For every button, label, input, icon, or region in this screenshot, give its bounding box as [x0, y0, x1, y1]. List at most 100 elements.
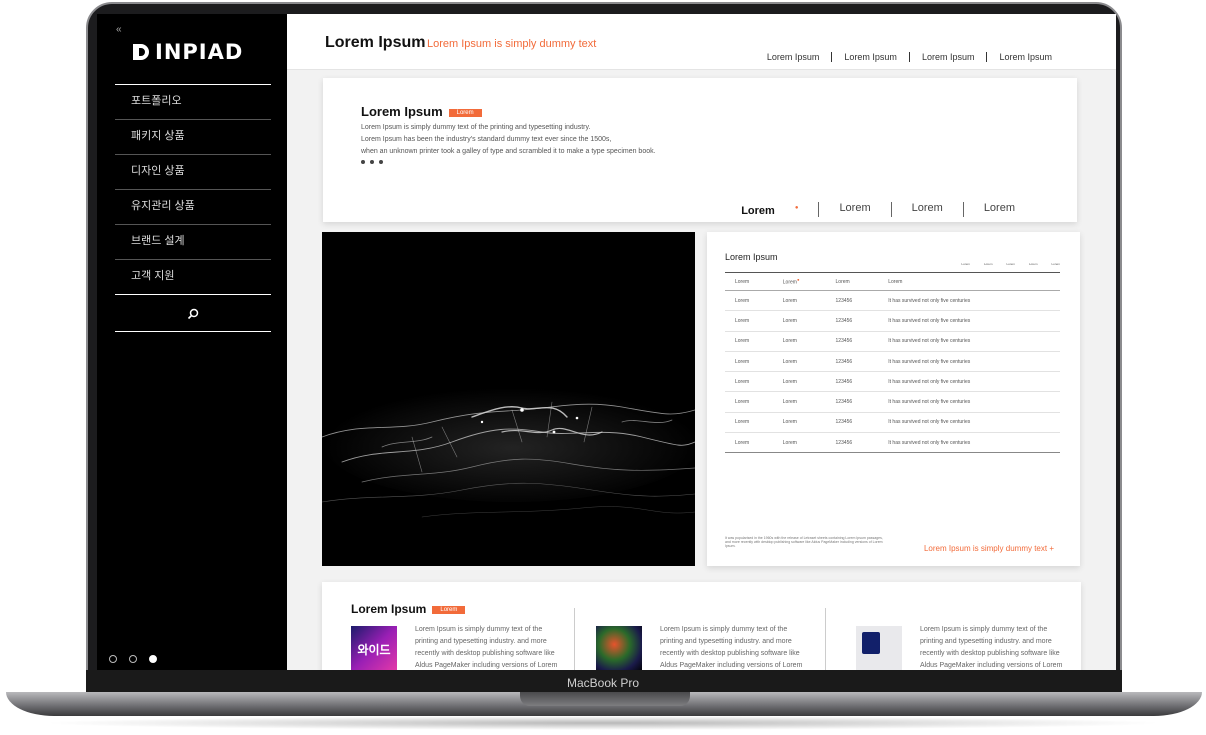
intro-tab[interactable]: Lorem — [890, 202, 963, 217]
sidebar-item-package[interactable]: 패키지 상품 — [115, 120, 271, 155]
cell: Lorem — [725, 391, 773, 413]
product-description: Lorem Ipsum is simply dummy text of the … — [920, 626, 1063, 669]
device-label: MacBook Pro — [566, 676, 640, 690]
header-nav-item[interactable]: Lorem Ipsum — [755, 52, 832, 62]
filter-link[interactable]: Lorem — [984, 262, 993, 266]
header-nav: Lorem Ipsum Lorem Ipsum Lorem Ipsum Lore… — [755, 52, 1064, 62]
page-subtitle: Lorem Ipsum is simply dummy text — [427, 38, 597, 50]
product-thumbnail-3 — [856, 626, 902, 670]
cell: It has survived not only five centuries — [878, 310, 1060, 332]
cell: 123456 — [825, 351, 879, 373]
filter-link[interactable]: Lorem — [1006, 262, 1015, 266]
table-row[interactable]: Lorem Lorem 123456 It has survived not only… — [725, 371, 1060, 393]
cell: 123456 — [825, 371, 879, 393]
product-description: Lorem Ipsum is simply dummy text of the … — [415, 626, 558, 669]
cell: Lorem — [725, 290, 773, 312]
cell: 123456 — [825, 391, 879, 413]
cell: Lorem — [725, 331, 773, 352]
sidebar-item-support[interactable]: 고객 지원 — [115, 260, 271, 295]
column-header[interactable]: Lorem — [878, 272, 1060, 291]
cell: 123456 — [825, 290, 879, 312]
intro-tab-active[interactable]: Lorem ● — [701, 202, 818, 217]
products-card: Lorem Ipsum Lorem 와이드 Lorem Ipsum is simp… — [322, 582, 1081, 670]
data-table: Lorem Lorem● Lorem Lorem Lorem Lorem 12345… — [725, 272, 1060, 454]
laptop-shadow — [40, 716, 1166, 730]
screen: « INPIAD 포트폴리오 패키지 상품 디자인 상품 유지관리 상품 브랜드… — [97, 14, 1116, 670]
sidebar-item-maintenance[interactable]: 유지관리 상품 — [115, 190, 271, 225]
filter-link[interactable]: Lorem — [961, 262, 970, 266]
pager-dot-3[interactable] — [149, 655, 157, 663]
cell: Lorem — [772, 310, 826, 332]
column-header[interactable]: Lorem — [725, 272, 773, 291]
table-row[interactable]: Lorem Lorem 123456 It has survived not only… — [725, 412, 1060, 434]
cell: 123456 — [825, 412, 879, 434]
header-nav-item[interactable]: Lorem Ipsum — [986, 52, 1064, 62]
cell: It has survived not only five centuries — [878, 391, 1060, 413]
top-header: Lorem Ipsum Lorem Ipsum is simply dummy … — [287, 14, 1116, 70]
table-more-link[interactable]: Lorem Ipsum is simply dummy text + — [924, 544, 1054, 553]
sidebar-item-brand[interactable]: 브랜드 설계 — [115, 225, 271, 260]
table-row[interactable]: Lorem Lorem 123456 It has survived not only… — [725, 391, 1060, 413]
product-thumbnail-label: 와이드 — [357, 642, 391, 657]
intro-tab-label: Lorem — [741, 204, 775, 217]
product-description: Lorem Ipsum is simply dummy text of the … — [660, 626, 803, 669]
column-header[interactable]: Lorem — [825, 272, 879, 291]
pager-dot-2[interactable] — [129, 655, 137, 663]
sidebar-menu: 포트폴리오 패키지 상품 디자인 상품 유지관리 상품 브랜드 설계 고객 지원 — [115, 84, 271, 295]
intro-line: Lorem Ipsum has been the industry's stan… — [361, 136, 612, 143]
intro-line: Lorem Ipsum is simply dummy text of the … — [361, 124, 591, 131]
sort-marker-icon: ● — [796, 277, 800, 283]
cell: 123456 — [825, 310, 879, 332]
cell: It has survived not only five centuries — [878, 412, 1060, 434]
intro-tab[interactable]: Lorem — [962, 202, 1035, 217]
products-title: Lorem Ipsum Lorem — [351, 602, 466, 616]
table-footnote: It was popularised in the 1960s with the… — [725, 536, 883, 548]
more-dots-icon[interactable] — [361, 160, 383, 164]
table-row[interactable]: Lorem Lorem 123456 It has survived not only… — [725, 310, 1060, 332]
divider — [574, 608, 575, 670]
data-table-card: Lorem Ipsum Lorem Lorem Lorem Lorem Lore… — [707, 232, 1080, 566]
header-nav-item[interactable]: Lorem Ipsum — [831, 52, 909, 62]
table-row[interactable]: Lorem Lorem 123456 It has survived not only… — [725, 331, 1060, 352]
table-row[interactable]: Lorem Lorem 123456 It has survived not only… — [725, 351, 1060, 373]
active-marker-icon: ● — [794, 205, 799, 211]
product-thumbnail-1: 와이드 — [351, 626, 397, 670]
laptop-notch — [520, 692, 690, 706]
header-nav-item[interactable]: Lorem Ipsum — [908, 52, 987, 62]
products-title-text: Lorem Ipsum — [351, 602, 427, 616]
product-thumbnail-2 — [596, 626, 642, 670]
cell: Lorem — [725, 371, 773, 393]
pager-dot-1[interactable] — [109, 655, 117, 663]
filter-link[interactable]: Lorem — [1051, 262, 1060, 266]
logo-mark-icon — [133, 44, 149, 60]
intro-tab[interactable]: Lorem — [818, 202, 890, 217]
cell: It has survived not only five centuries — [878, 351, 1060, 373]
intro-title: Lorem Ipsum Lorem — [361, 104, 482, 119]
column-header-sorted[interactable]: Lorem● — [772, 272, 826, 291]
sidebar-item-design[interactable]: 디자인 상품 — [115, 155, 271, 190]
network-texture-icon — [322, 232, 695, 566]
table-header-row: Lorem Lorem● Lorem Lorem — [725, 272, 1060, 291]
cell: Lorem — [772, 290, 826, 312]
intro-card: Lorem Ipsum Lorem Lorem Ipsum is simply d… — [323, 78, 1077, 222]
sidebar-item-portfolio[interactable]: 포트폴리오 — [115, 85, 271, 120]
sidebar: « INPIAD 포트폴리오 패키지 상품 디자인 상품 유지관리 상품 브랜드… — [97, 14, 287, 670]
table-row[interactable]: Lorem Lorem 123456 It has survived not only… — [725, 432, 1060, 454]
table-filter-links: Lorem Lorem Lorem Lorem Lorem — [961, 262, 1060, 266]
logo-text: INPIAD — [155, 40, 244, 64]
cell: It has survived not only five centuries — [878, 371, 1060, 393]
cell: Lorem — [772, 351, 826, 373]
cell: Lorem — [772, 412, 826, 434]
table-row[interactable]: Lorem Lorem 123456 It has survived not only… — [725, 290, 1060, 312]
filter-link[interactable]: Lorem — [1029, 262, 1038, 266]
intro-title-text: Lorem Ipsum — [361, 104, 443, 119]
cell: Lorem — [725, 432, 773, 454]
intro-line: when an unknown printer took a galley of… — [361, 148, 656, 155]
products-tag: Lorem — [432, 606, 466, 614]
table-card-title: Lorem Ipsum — [725, 252, 778, 262]
sidebar-search-button[interactable] — [115, 296, 271, 332]
cell: Lorem — [772, 331, 826, 352]
logo[interactable]: INPIAD — [133, 40, 243, 64]
cell: Lorem — [772, 371, 826, 393]
collapse-sidebar-icon[interactable]: « — [116, 24, 122, 35]
